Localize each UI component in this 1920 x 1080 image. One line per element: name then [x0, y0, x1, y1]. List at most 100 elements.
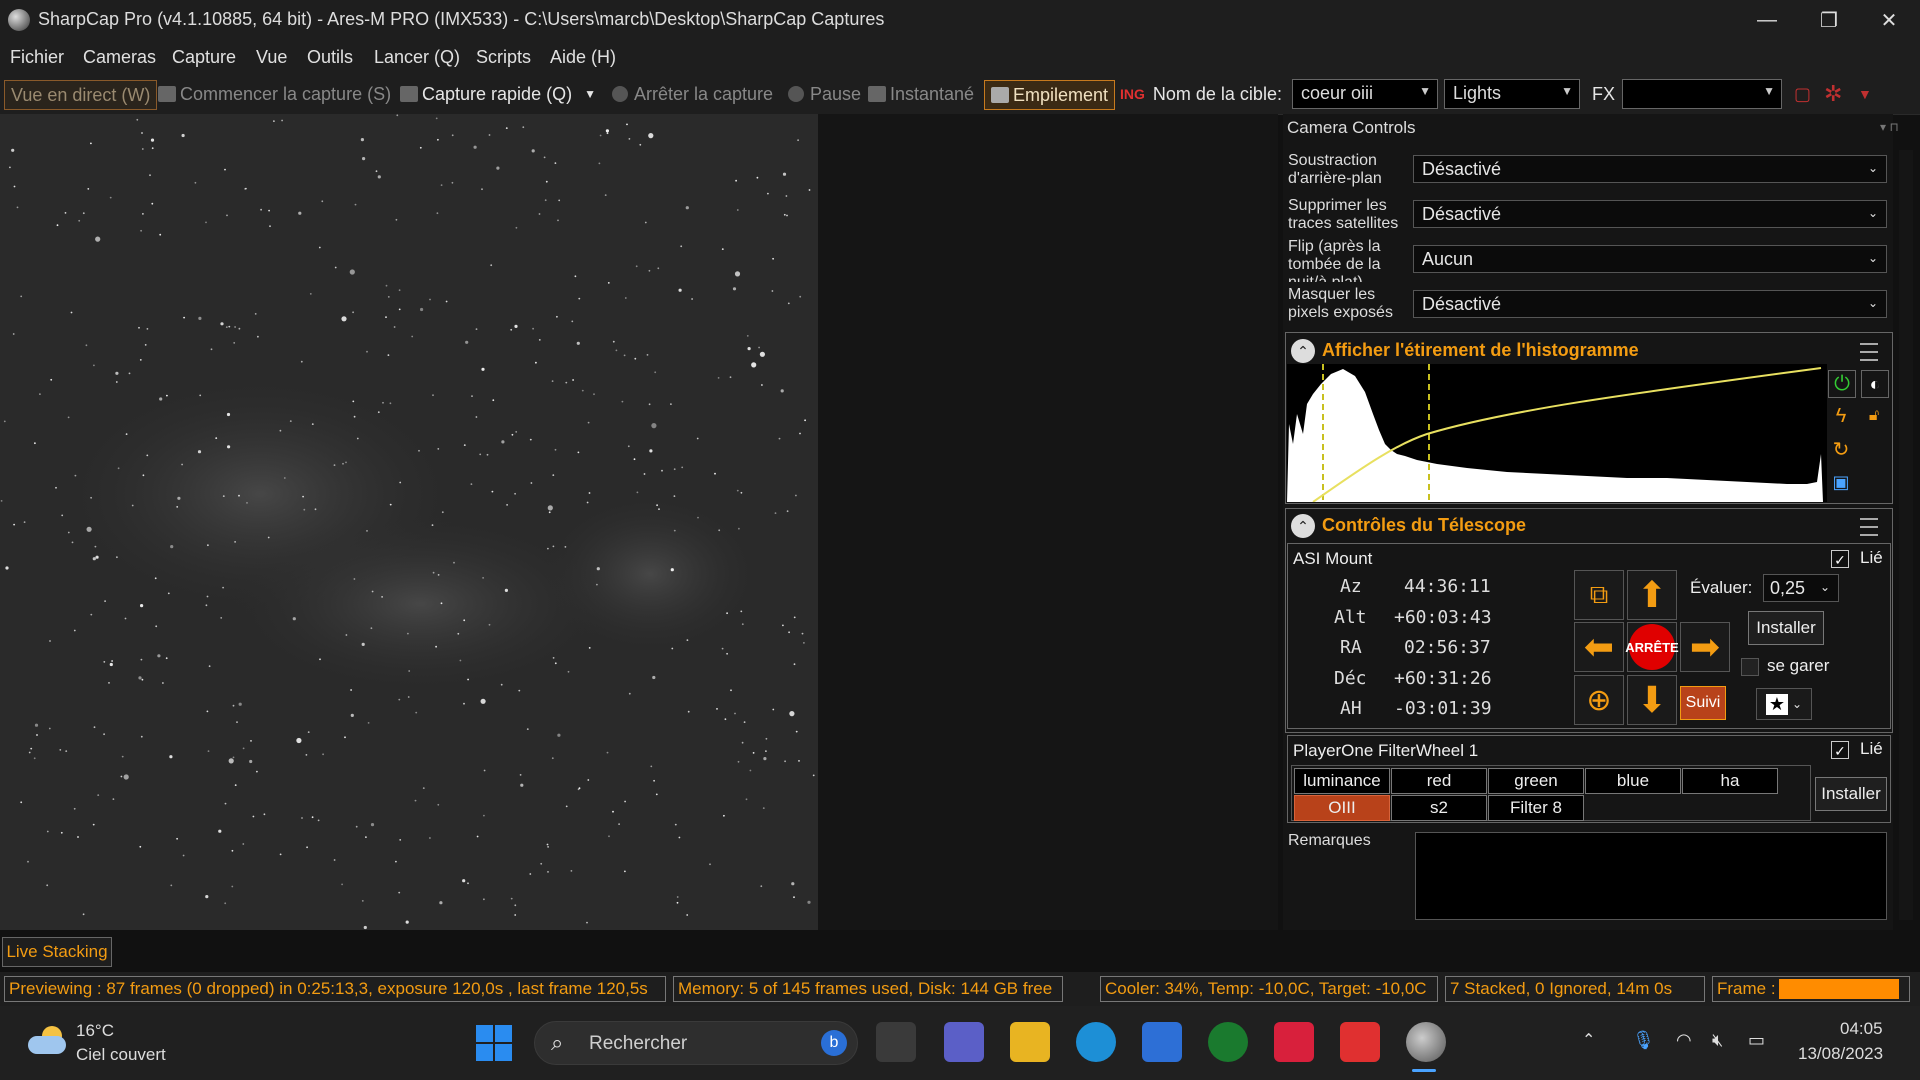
filter-ha[interactable]: ha — [1682, 768, 1778, 794]
star-field-image — [0, 114, 818, 930]
menu-icon[interactable] — [1860, 518, 1878, 536]
rate-dropdown[interactable]: 0,25 ⌄ — [1763, 574, 1839, 602]
target-dropdown[interactable]: coeur oiii ▼ — [1292, 79, 1438, 109]
menu-outils[interactable]: Outils — [307, 47, 353, 68]
microphone-icon[interactable]: 🎙︎ — [1632, 1030, 1655, 1051]
chevron-down-icon: ⌄ — [1867, 296, 1878, 310]
park-checkbox[interactable] — [1741, 658, 1759, 676]
remarks-label: Remarques — [1288, 832, 1371, 849]
edge-icon[interactable] — [1076, 1022, 1116, 1062]
collapse-icon[interactable]: ⌃ — [1291, 339, 1315, 363]
weather-icon[interactable] — [28, 1026, 68, 1056]
snapshot-button[interactable]: Instantané — [868, 80, 974, 108]
arrow-right-button[interactable]: ➡ — [1680, 622, 1730, 672]
collapse-icon[interactable]: ⌃ — [1291, 514, 1315, 538]
filter-oiii[interactable]: OIII — [1294, 795, 1390, 821]
taskbar-search[interactable]: ⌕ Rechercher b — [534, 1021, 858, 1065]
speaker-muted-icon[interactable]: 🔇︎ — [1712, 1030, 1723, 1051]
chevron-down-icon: ⌄ — [1867, 206, 1878, 220]
goto-home-icon[interactable]: ⧉ — [1574, 570, 1624, 620]
reset-icon[interactable]: ↻ — [1828, 436, 1854, 462]
filter-green[interactable]: green — [1488, 768, 1584, 794]
stop-capture-button[interactable]: Arrêter la capture — [612, 80, 773, 108]
power-icon[interactable]: ⏻ — [1828, 370, 1856, 398]
chevron-down-icon[interactable]: ▼ — [584, 87, 596, 101]
close-button[interactable]: ✕ — [1860, 0, 1918, 40]
stacking-button[interactable]: Empilement — [984, 80, 1116, 110]
status-memory: Memory: 5 of 145 frames used, Disk: 144 … — [673, 976, 1063, 1002]
windows-start-icon[interactable] — [476, 1025, 512, 1061]
file-explorer-icon[interactable] — [1010, 1022, 1050, 1062]
store-icon[interactable] — [1142, 1022, 1182, 1062]
save-icon[interactable]: ▣ — [1828, 469, 1854, 495]
frame-type-dropdown[interactable]: Lights ▼ — [1444, 79, 1580, 109]
tracking-button[interactable]: Suivi — [1680, 686, 1726, 720]
start-capture-label: Commencer la capture (S) — [180, 83, 392, 104]
filter-red[interactable]: red — [1391, 768, 1487, 794]
menu-icon[interactable] — [1860, 343, 1878, 361]
install-filterwheel-button[interactable]: Installer — [1815, 777, 1887, 811]
chevron-up-icon[interactable]: ⌃ — [1582, 1030, 1595, 1050]
menu-fichier[interactable]: Fichier — [10, 47, 64, 68]
setting-dropdown-flip[interactable]: Aucun ⌄ — [1413, 245, 1887, 273]
chevron-down-icon: ⌄ — [1792, 697, 1803, 711]
arrow-up-button[interactable]: ⬆ — [1627, 570, 1677, 620]
stop-button[interactable]: ARRÊTE — [1625, 622, 1679, 672]
arrow-left-button[interactable]: ⬅ — [1574, 622, 1624, 672]
remarks-textarea[interactable] — [1415, 832, 1887, 920]
menu-lancer[interactable]: Lancer (Q) — [374, 47, 460, 68]
setting-dropdown-background[interactable]: Désactivé ⌄ — [1413, 155, 1887, 183]
astro-app-icon[interactable] — [1274, 1022, 1314, 1062]
minimize-button[interactable]: — — [1738, 0, 1796, 40]
quick-capture-button[interactable]: Capture rapide (Q) ▼ — [400, 80, 596, 108]
maximize-button[interactable]: ❐ — [1800, 0, 1858, 40]
sharpcap-taskbar-icon[interactable] — [1406, 1022, 1446, 1062]
histogram-chart[interactable] — [1287, 364, 1827, 503]
anydesk-icon[interactable] — [1340, 1022, 1380, 1062]
task-view-icon[interactable] — [876, 1022, 916, 1062]
contrast-icon[interactable]: ◐ — [1861, 370, 1889, 398]
menu-scripts[interactable]: Scripts — [476, 47, 531, 68]
arrow-down-button[interactable]: ⬇ — [1627, 675, 1677, 725]
setting-dropdown-satellite[interactable]: Désactivé ⌄ — [1413, 200, 1887, 228]
live-view-button[interactable]: Vue en direct (W) — [4, 80, 158, 110]
filter-luminance[interactable]: luminance — [1294, 768, 1390, 794]
clock-date[interactable]: 13/08/2023 — [1798, 1044, 1883, 1064]
filter-blue[interactable]: blue — [1585, 768, 1681, 794]
filterwheel-linked-checkbox[interactable]: ✓ — [1831, 741, 1849, 759]
reticle-icon[interactable]: ✲ — [1824, 80, 1842, 108]
clock-time[interactable]: 04:05 — [1840, 1019, 1883, 1039]
install-mount-button[interactable]: Installer — [1748, 611, 1824, 645]
live-stacking-tab[interactable]: Live Stacking — [2, 937, 112, 967]
active-app-indicator — [1412, 1069, 1436, 1072]
battery-icon[interactable]: ▭ — [1748, 1030, 1765, 1051]
status-frame: Frame : — [1712, 976, 1910, 1002]
target-label: Nom de la cible: — [1152, 83, 1282, 104]
filter-8[interactable]: Filter 8 — [1488, 795, 1584, 821]
status-cooler: Cooler: 34%, Temp: -10,0C, Target: -10,0… — [1100, 976, 1438, 1002]
menu-aide[interactable]: Aide (H) — [550, 47, 616, 68]
fx-dropdown[interactable]: ▼ — [1622, 79, 1782, 109]
pause-button[interactable]: Pause — [788, 80, 861, 108]
filterwheel-name: PlayerOne FilterWheel 1 — [1293, 741, 1479, 760]
panel-scrollbar[interactable] — [1899, 150, 1913, 920]
wifi-icon[interactable]: ◠ — [1676, 1030, 1692, 1051]
mount-linked-checkbox[interactable]: ✓ — [1831, 550, 1849, 568]
filter-s2[interactable]: s2 — [1391, 795, 1487, 821]
phd2-icon[interactable] — [1208, 1022, 1248, 1062]
menu-cameras[interactable]: Cameras — [83, 47, 156, 68]
lock-icon[interactable]: 🔓︎ — [1861, 403, 1887, 429]
panel-pin-icon[interactable]: ▾ ⊓ — [1880, 120, 1899, 134]
chevron-down-icon[interactable]: ▼ — [1858, 80, 1872, 108]
start-capture-button[interactable]: Commencer la capture (S) — [158, 80, 391, 108]
menu-capture[interactable]: Capture — [172, 47, 236, 68]
setting-dropdown-mask[interactable]: Désactivé ⌄ — [1413, 290, 1887, 318]
target-sun-icon[interactable]: ⊕ — [1574, 675, 1624, 725]
lightning-icon[interactable]: ϟ — [1828, 403, 1854, 429]
setting-value-mask: Désactivé — [1422, 294, 1502, 314]
menu-vue[interactable]: Vue — [256, 47, 287, 68]
star-selector[interactable]: ★ ⌄ — [1756, 688, 1812, 720]
record-icon[interactable]: ▢ — [1794, 80, 1811, 108]
coord-label-dec: Déc — [1334, 668, 1367, 689]
teams-chat-icon[interactable] — [944, 1022, 984, 1062]
